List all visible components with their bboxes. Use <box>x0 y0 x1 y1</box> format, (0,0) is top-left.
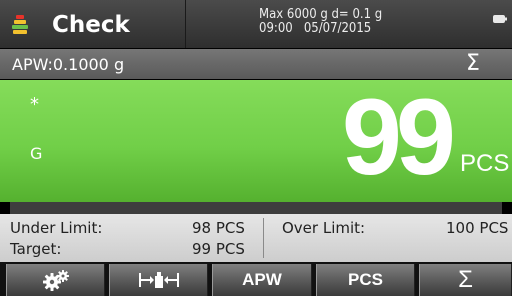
gears-icon <box>42 270 69 291</box>
date-text: 05/07/2015 <box>303 21 372 36</box>
apw-value: APW:0.1000 g <box>12 55 125 74</box>
over-limit-label: Over Limit: <box>282 219 366 237</box>
check-bar-graph <box>10 202 502 214</box>
datetime: 09:00 05/07/2015 <box>259 22 382 36</box>
sum-indicator: Σ <box>466 51 480 76</box>
sum-icon: Σ <box>458 266 473 293</box>
capacity-info: Max 6000 g d= 0.1 g 09:00 05/07/2015 <box>259 8 382 36</box>
checkweigh-stack-icon <box>12 15 28 34</box>
header-bar: Check Max 6000 g d= 0.1 g 09:00 05/07/20… <box>0 0 512 48</box>
stable-indicator: * <box>30 94 39 115</box>
limits-panel: Under Limit: 98 PCS Target: 99 PCS Over … <box>0 214 512 262</box>
softkey-bar: APW PCS Σ <box>0 262 512 296</box>
weight-display: * G 99 PCS <box>0 76 512 202</box>
pcs-button[interactable]: PCS <box>316 264 415 296</box>
sum-button[interactable]: Σ <box>419 264 512 296</box>
app-title: Check <box>52 12 130 38</box>
under-limit-label: Under Limit: <box>10 219 103 237</box>
target-value: 99 PCS <box>192 240 245 258</box>
limits-divider <box>263 218 264 258</box>
tare-icon <box>138 272 179 288</box>
capacity-text: Max 6000 g d= 0.1 g <box>259 7 383 22</box>
settings-button[interactable] <box>6 264 105 296</box>
unit-label: PCS <box>460 150 510 177</box>
header-divider <box>185 0 186 48</box>
tare-button[interactable] <box>109 264 208 296</box>
under-limit-value: 98 PCS <box>192 219 245 237</box>
time-text: 09:00 <box>259 21 293 36</box>
gross-indicator: G <box>30 144 43 163</box>
count-value: 99 <box>341 76 456 197</box>
target-label: Target: <box>10 240 62 258</box>
apw-button[interactable]: APW <box>212 264 312 296</box>
battery-icon <box>493 15 507 23</box>
over-limit-value: 100 PCS <box>446 219 509 237</box>
